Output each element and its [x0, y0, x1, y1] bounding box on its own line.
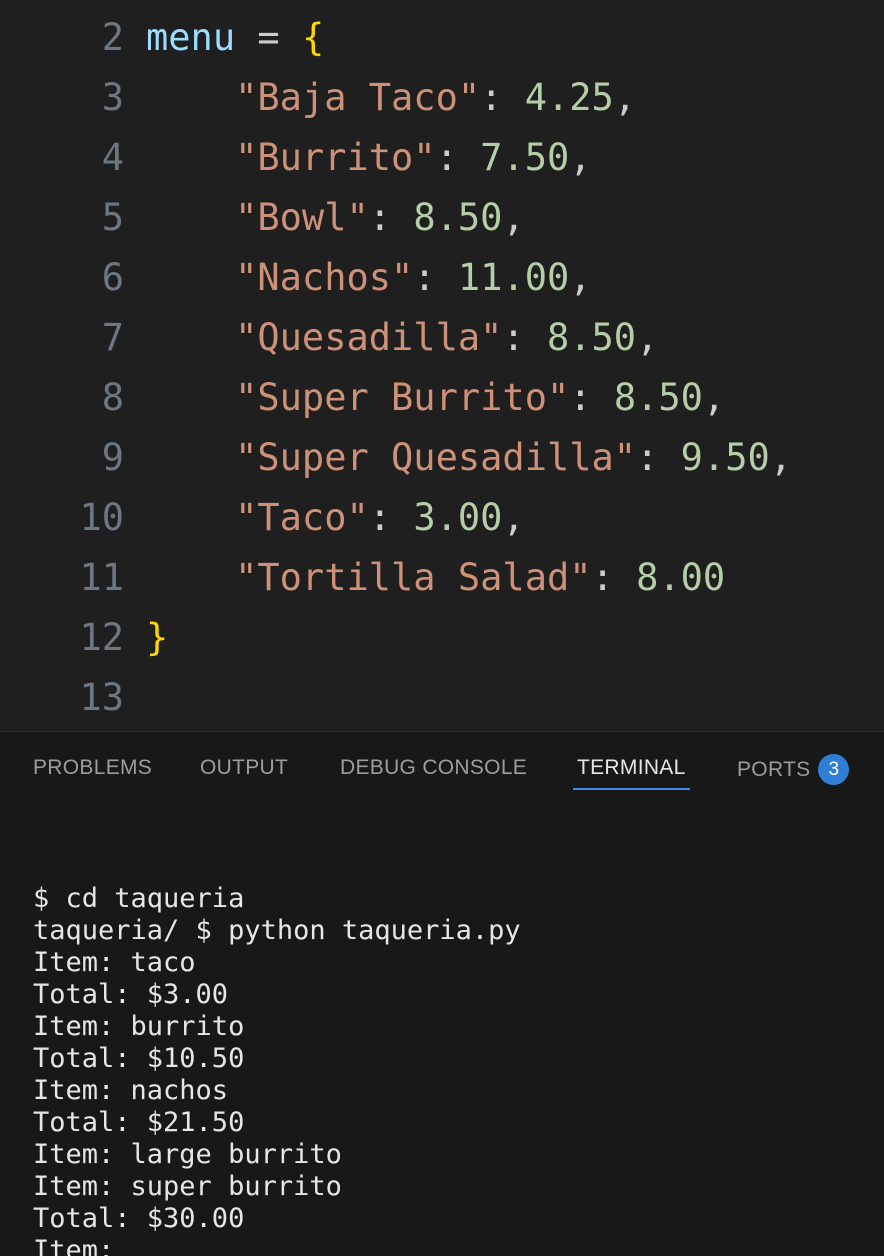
terminal-line: $ cd taqueria	[33, 883, 245, 914]
code-line[interactable]: 10 "Taco": 3.00,	[0, 488, 884, 548]
code-text: "Tortilla Salad": 8.00	[146, 548, 725, 608]
code-punctuation: ,	[613, 76, 637, 119]
code-punctuation: :	[413, 256, 458, 299]
tab-debug-console[interactable]: DEBUG CONSOLE	[340, 754, 527, 790]
code-text: }	[146, 608, 168, 668]
code-punctuation: ,	[702, 376, 726, 419]
code-punctuation: :	[591, 556, 637, 599]
code-text: "Nachos": 11.00,	[146, 248, 592, 308]
code-punctuation: ,	[502, 496, 525, 539]
code-text: "Baja Taco": 4.25,	[146, 68, 636, 128]
terminal-line: Item: burrito	[33, 1011, 245, 1042]
code-line[interactable]: 6 "Nachos": 11.00,	[0, 248, 884, 308]
code-number: 7.50	[480, 136, 570, 179]
terminal-output[interactable]: $ cd taqueria taqueria/ $ python taqueria…	[33, 819, 873, 1256]
terminal-line: Total: $3.00	[33, 979, 229, 1010]
ports-count-badge: 3	[818, 754, 850, 785]
tab-ports[interactable]: PORTS 3	[737, 754, 850, 790]
tab-terminal[interactable]: TERMINAL	[573, 754, 690, 790]
code-punctuation: :	[636, 436, 681, 479]
code-punctuation: :	[435, 136, 481, 179]
code-text: "Quesadilla": 8.50,	[146, 308, 658, 368]
terminal-line: Item: taco	[33, 947, 196, 978]
code-text: "Taco": 3.00,	[146, 488, 525, 548]
code-number: 3.00	[413, 496, 503, 539]
code-number: 11.00	[457, 256, 570, 299]
line-number: 11	[79, 556, 124, 599]
line-number: 4	[101, 136, 124, 179]
line-number: 12	[79, 616, 124, 659]
code-number: 4.25	[524, 76, 614, 119]
code-string: "Super Quesadilla"	[146, 436, 637, 479]
code-punctuation: :	[569, 376, 614, 419]
terminal-line: Item: super burrito	[33, 1171, 342, 1202]
code-line[interactable]: 12}	[0, 608, 884, 668]
terminal-line: Total: $21.50	[33, 1107, 245, 1138]
code-string: "Nachos"	[146, 256, 414, 299]
code-text: "Super Burrito": 8.50,	[146, 368, 725, 428]
code-line[interactable]: 2 menu = {	[0, 8, 884, 68]
code-punctuation: ,	[636, 316, 659, 359]
code-string: "Burrito"	[146, 136, 436, 179]
code-punctuation: :	[368, 196, 414, 239]
terminal-line: Item:	[33, 1235, 115, 1256]
code-punctuation: ,	[769, 436, 793, 479]
code-string: "Bowl"	[146, 196, 369, 239]
terminal-line: Total: $10.50	[33, 1043, 245, 1074]
code-text: "Burrito": 7.50,	[146, 128, 592, 188]
code-number: 8.50	[546, 316, 637, 359]
code-punctuation: ,	[569, 136, 592, 179]
terminal-line: taqueria/ $ python taqueria.py	[33, 915, 521, 946]
code-number: 8.50	[413, 196, 503, 239]
code-number: 8.00	[636, 556, 726, 599]
panel-tab-bar: PROBLEMS OUTPUT DEBUG CONSOLE TERMINAL P…	[0, 732, 884, 796]
line-number: 9	[101, 436, 124, 479]
code-brace: {	[301, 16, 325, 59]
line-number: 3	[101, 76, 124, 119]
code-string: "Tortilla Salad"	[146, 556, 592, 599]
code-line[interactable]: 11 "Tortilla Salad": 8.00	[0, 548, 884, 608]
code-line[interactable]: 8 "Super Burrito": 8.50,	[0, 368, 884, 428]
code-string: "Quesadilla"	[146, 316, 503, 359]
code-text: "Super Quesadilla": 9.50,	[146, 428, 792, 488]
code-line[interactable]: 7 "Quesadilla": 8.50,	[0, 308, 884, 368]
code-line[interactable]: 4 "Burrito": 7.50,	[0, 128, 884, 188]
code-line[interactable]: 9 "Super Quesadilla": 9.50,	[0, 428, 884, 488]
code-string: "Baja Taco"	[146, 76, 481, 119]
code-line[interactable]: 5 "Bowl": 8.50,	[0, 188, 884, 248]
code-punctuation: :	[368, 496, 414, 539]
code-number: 8.50	[613, 376, 703, 419]
line-number: 7	[101, 316, 124, 359]
terminal-line: Item: nachos	[33, 1075, 229, 1106]
code-string: "Taco"	[146, 496, 369, 539]
code-line[interactable]: 3 "Baja Taco": 4.25,	[0, 68, 884, 128]
line-number: 6	[101, 256, 124, 299]
terminal-line: Item: large burrito	[33, 1139, 342, 1170]
line-number: 8	[101, 376, 124, 419]
code-number: 9.50	[680, 436, 770, 479]
code-editor[interactable]: 2 menu = {3 "Baja Taco": 4.25, 4 "Burrito"…	[0, 0, 884, 731]
line-number: 13	[79, 676, 124, 719]
code-punctuation: :	[480, 76, 525, 119]
code-string: "Super Burrito"	[146, 376, 570, 419]
code-punctuation: :	[502, 316, 547, 359]
code-variable: menu	[146, 16, 236, 59]
line-number: 5	[101, 196, 124, 239]
tab-output[interactable]: OUTPUT	[200, 754, 288, 790]
terminal-line: Total: $30.00	[33, 1203, 245, 1234]
code-punctuation: ,	[502, 196, 525, 239]
code-text: "Bowl": 8.50,	[146, 188, 525, 248]
bottom-panel: PROBLEMS OUTPUT DEBUG CONSOLE TERMINAL P…	[0, 731, 884, 1256]
code-operator: =	[235, 16, 302, 59]
tab-problems[interactable]: PROBLEMS	[33, 754, 152, 790]
line-number: 2	[101, 16, 124, 59]
code-text: menu = {	[146, 8, 324, 68]
code-punctuation: ,	[569, 256, 592, 299]
code-line[interactable]: 13	[0, 668, 884, 728]
code-brace: }	[146, 616, 169, 659]
tab-ports-label: PORTS	[737, 758, 811, 781]
line-number: 10	[79, 496, 124, 539]
